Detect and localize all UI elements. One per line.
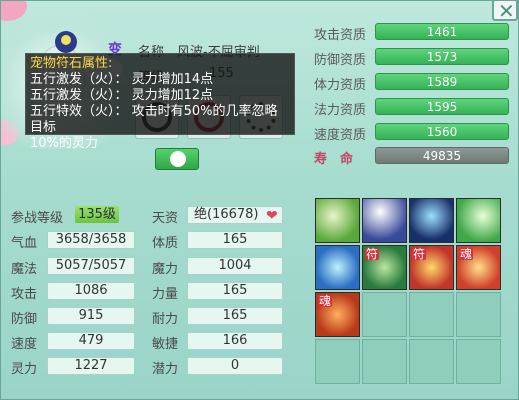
- rune-attribute-tooltip: 宠物符石属性: 五行激发（火）： 灵力增加14点 五行激发（火）： 灵力增加12…: [25, 53, 295, 151]
- empty-skill-slot: [456, 292, 501, 337]
- defense-aptitude-bar: 1573: [375, 48, 509, 65]
- talent-label: 天资: [152, 211, 179, 226]
- empty-skill-slot: [456, 339, 501, 384]
- skill-icon-flame[interactable]: 魂: [456, 245, 501, 290]
- fu-mark: 符: [412, 247, 427, 261]
- stat-value-constitution: 165: [187, 231, 283, 249]
- close-icon: ✕: [498, 0, 515, 23]
- tooltip-line: 五行特效（火）： 攻击时有50%的几率忽略目标: [30, 104, 278, 135]
- skill-icon-beast[interactable]: 符: [362, 245, 407, 290]
- stat-value-speed: 479: [47, 332, 135, 350]
- hun-mark: 魂: [459, 247, 474, 261]
- speed-aptitude-label: 速度资质: [314, 128, 367, 143]
- tooltip-line: 10%的灵力: [30, 136, 98, 151]
- stat-label-agility: 敏捷: [152, 337, 179, 352]
- hp-aptitude-bar: 1589: [375, 73, 509, 90]
- stat-label-mp: 魔法: [11, 262, 38, 277]
- fu-mark: 符: [365, 247, 380, 261]
- stat-value-defense: 915: [47, 307, 135, 325]
- stat-label-attack: 攻击: [11, 287, 38, 302]
- skill-icon-scroll[interactable]: 符: [409, 245, 454, 290]
- empty-skill-slot: [315, 339, 360, 384]
- stat-value-mp: 5057/5057: [47, 257, 135, 275]
- empty-skill-slot: [409, 292, 454, 337]
- skill-grid: 符 符 魂 魂: [315, 198, 507, 388]
- skill-icon-hand[interactable]: [315, 198, 360, 243]
- lifespan-bar: 49835: [375, 147, 509, 164]
- tooltip-line: 五行激发（火）： 灵力增加14点: [30, 72, 214, 87]
- stat-value-potential: 0: [187, 357, 283, 375]
- defense-aptitude-label: 防御资质: [314, 53, 367, 68]
- stat-label-potential: 潜力: [152, 362, 179, 377]
- stat-label-constitution: 体质: [152, 236, 179, 251]
- magic-aptitude-label: 法力资质: [314, 103, 367, 118]
- tooltip-title: 宠物符石属性:: [30, 56, 113, 71]
- stat-label-endurance: 耐力: [152, 312, 179, 327]
- stat-value-magic: 1004: [187, 257, 283, 275]
- stat-value-spirit: 1227: [47, 357, 135, 375]
- stat-label-hp: 气血: [11, 236, 38, 251]
- stat-value-attack: 1086: [47, 282, 135, 300]
- empty-skill-slot: [362, 339, 407, 384]
- skill-icon-vortex[interactable]: [315, 245, 360, 290]
- battle-level-badge: 135级: [75, 206, 119, 223]
- attack-aptitude-label: 攻击资质: [314, 28, 367, 43]
- skill-icon-shadow[interactable]: [362, 198, 407, 243]
- stat-label-spirit: 灵力: [11, 362, 38, 377]
- empty-skill-slot: [362, 292, 407, 337]
- empty-skill-slot: [409, 339, 454, 384]
- pet-attribute-panel: 变 名称 风波-不屈审判 等级 155 宠物符石属性: 五行激发（火）： 灵力增…: [0, 0, 519, 400]
- magic-aptitude-bar: 1595: [375, 98, 509, 115]
- stat-value-endurance: 165: [187, 307, 283, 325]
- tooltip-line: 五行激发（火）： 灵力增加12点: [30, 88, 214, 103]
- battle-level-label: 参战等级: [11, 211, 64, 226]
- speed-aptitude-bar: 1560: [375, 123, 509, 140]
- skill-icon-heal[interactable]: [456, 198, 501, 243]
- lifespan-label: 寿 命: [314, 152, 354, 167]
- attack-aptitude-bar: 1461: [375, 23, 509, 40]
- stat-value-strength: 165: [187, 282, 283, 300]
- heart-icon: ❤: [266, 208, 278, 224]
- stat-label-speed: 速度: [11, 337, 38, 352]
- hp-aptitude-label: 体力资质: [314, 78, 367, 93]
- stat-label-defense: 防御: [11, 312, 38, 327]
- skill-icon-warrior[interactable]: 魂: [315, 292, 360, 337]
- skill-icon-scythe[interactable]: [409, 198, 454, 243]
- stat-value-agility: 166: [187, 332, 283, 350]
- stat-value-hp: 3658/3658: [47, 231, 135, 249]
- hun-mark: 魂: [318, 294, 333, 308]
- close-button[interactable]: ✕: [492, 0, 518, 23]
- stat-label-strength: 力量: [152, 287, 179, 302]
- stat-label-magic: 魔力: [152, 262, 179, 277]
